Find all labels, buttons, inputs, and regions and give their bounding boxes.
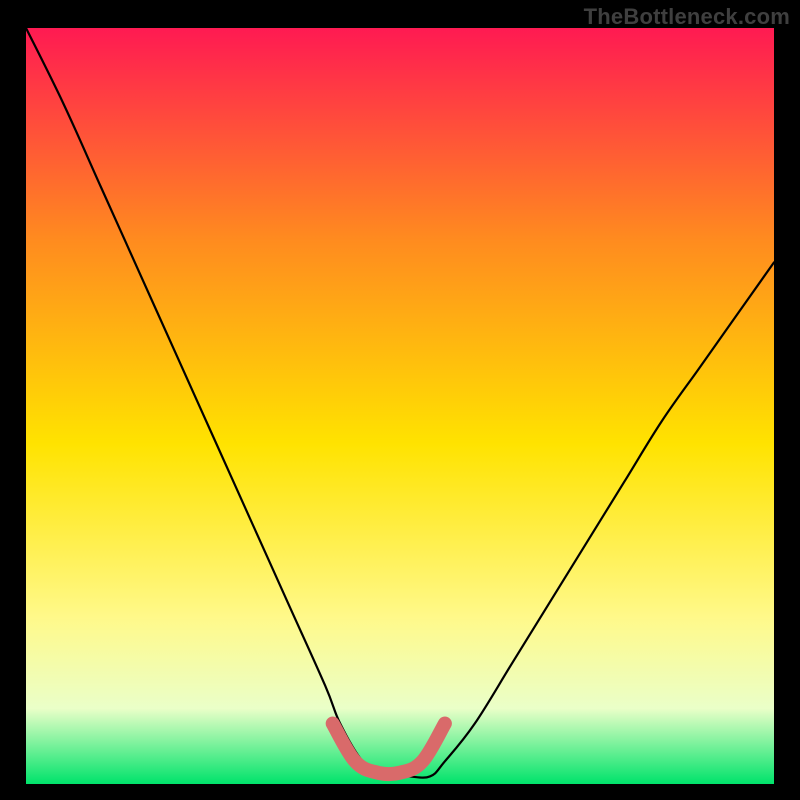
- gradient-background: [26, 28, 774, 784]
- plot-area: [26, 28, 774, 784]
- chart-frame: TheBottleneck.com: [0, 0, 800, 800]
- watermark-label: TheBottleneck.com: [584, 4, 790, 30]
- bottleneck-chart: [26, 28, 774, 784]
